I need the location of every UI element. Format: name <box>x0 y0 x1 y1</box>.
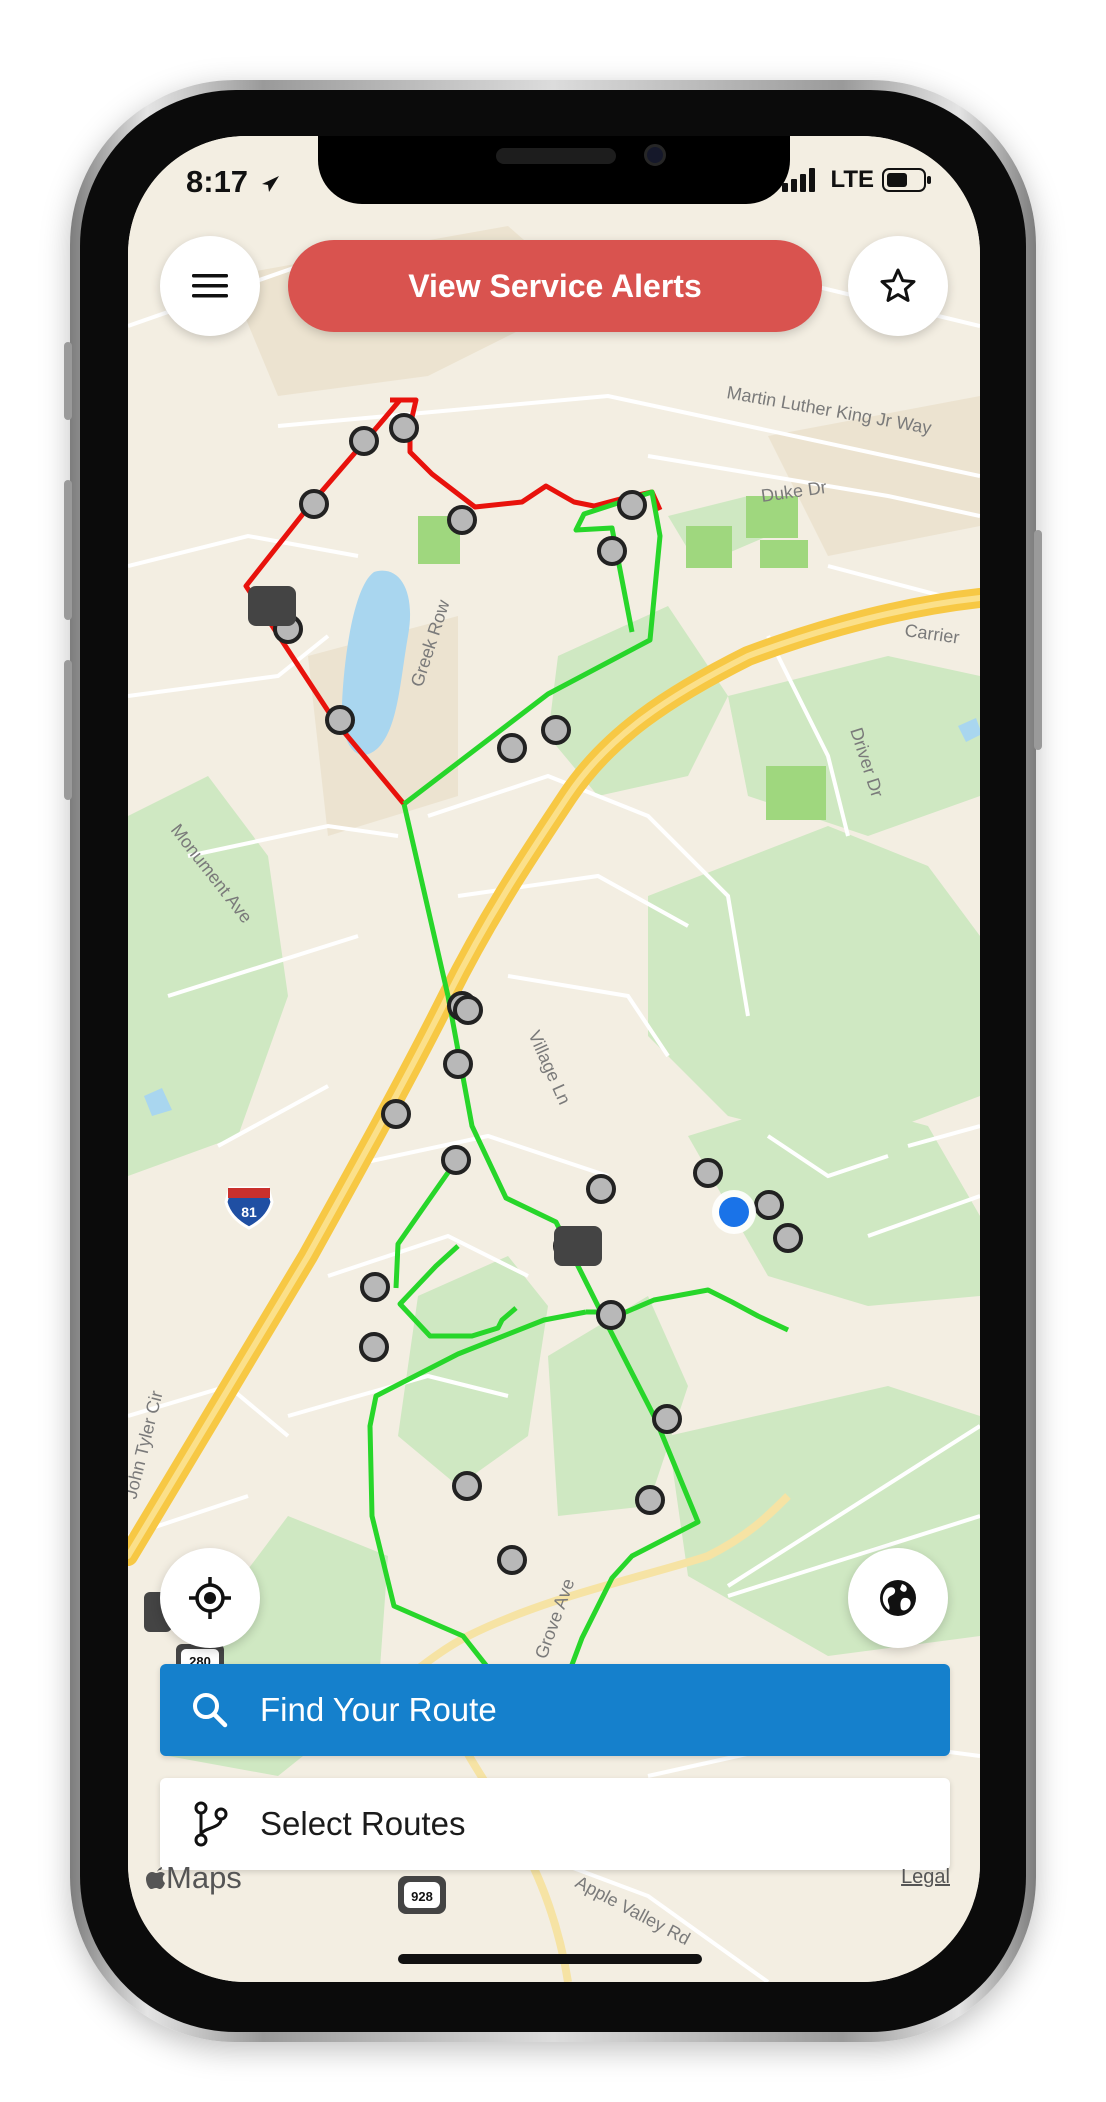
route-928-label: 928 <box>411 1889 433 1904</box>
phone-screen: Martin Luther King Jr Way Duke Dr Greek … <box>128 136 980 1982</box>
battery-icon <box>882 168 931 192</box>
route-marker <box>554 1226 602 1266</box>
select-routes-label: Select Routes <box>260 1805 466 1842</box>
location-arrow-icon <box>261 175 279 192</box>
notch <box>318 136 790 204</box>
menu-icon <box>192 274 228 298</box>
select-routes-button[interactable]: Select Routes <box>160 1778 950 1870</box>
bus-stop <box>452 1471 482 1501</box>
select-bar-icon-wrap <box>160 1801 260 1847</box>
alerts-button-label: View Service Alerts <box>408 267 702 304</box>
favorites-button[interactable] <box>848 236 948 336</box>
locate-icon <box>189 1577 231 1619</box>
branch-icon <box>194 1801 228 1847</box>
volume-up-button <box>64 480 72 620</box>
locate-me-button[interactable] <box>160 1548 260 1648</box>
interstate-81-label: 81 <box>241 1204 257 1220</box>
bus-stop <box>754 1190 784 1220</box>
bus-stop <box>497 1545 527 1575</box>
user-location-dot <box>719 1197 749 1227</box>
bus-stop <box>635 1485 665 1515</box>
bus-stop <box>541 715 571 745</box>
signal-icon <box>782 168 816 192</box>
legal-link[interactable]: Legal <box>901 1866 950 1889</box>
home-indicator <box>398 1954 702 1964</box>
bus-stop <box>299 489 329 519</box>
menu-button[interactable] <box>160 236 260 336</box>
status-indicators: LTE <box>782 166 932 194</box>
maps-attribution-label: Maps <box>166 1860 242 1895</box>
bus-stop <box>447 505 477 535</box>
view-service-alerts-button[interactable]: View Service Alerts <box>288 240 822 332</box>
bus-stop <box>349 426 379 456</box>
bus-stop <box>773 1223 803 1253</box>
bus-stop <box>381 1099 411 1129</box>
bus-stop <box>617 490 647 520</box>
route-marker <box>248 586 296 626</box>
bus-stop <box>597 536 627 566</box>
front-camera <box>644 144 666 166</box>
bus-stop <box>693 1158 723 1188</box>
find-your-route-button[interactable]: Find Your Route <box>160 1664 950 1756</box>
bus-stop <box>441 1145 471 1175</box>
find-your-route-label: Find Your Route <box>260 1691 497 1728</box>
apple-logo-icon <box>146 1867 165 1889</box>
status-time: 8:17 <box>186 164 281 200</box>
bus-stop <box>443 1049 473 1079</box>
globe-icon <box>880 1580 916 1616</box>
status-time-value: 8:17 <box>186 164 249 199</box>
speaker <box>496 148 616 164</box>
bus-stop <box>360 1272 390 1302</box>
star-icon <box>880 268 916 302</box>
silent-switch <box>64 342 72 420</box>
network-label: LTE <box>830 166 874 193</box>
bus-stop <box>325 705 355 735</box>
power-button <box>1034 530 1042 750</box>
bus-stop <box>596 1300 626 1330</box>
find-bar-icon-wrap <box>160 1691 260 1729</box>
bus-stop <box>586 1174 616 1204</box>
search-icon <box>193 1693 228 1728</box>
bus-stop <box>453 995 483 1025</box>
route-928-shield: 928 <box>398 1876 446 1914</box>
bus-stop <box>389 413 419 443</box>
bus-stop <box>497 733 527 763</box>
bus-stop <box>359 1332 389 1362</box>
volume-down-button <box>64 660 72 800</box>
map-type-button[interactable] <box>848 1548 948 1648</box>
bus-stop <box>652 1404 682 1434</box>
maps-attribution: Maps <box>146 1860 242 1896</box>
